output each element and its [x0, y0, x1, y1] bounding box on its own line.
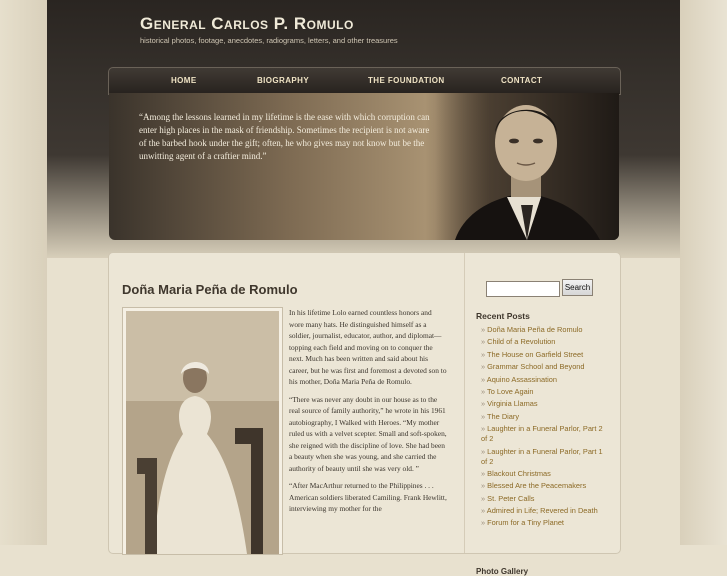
recent-post-link[interactable]: The House on Garfield Street — [481, 350, 607, 360]
hero-quote: “Among the lessons learned in my lifetim… — [139, 112, 430, 161]
recent-post-link[interactable]: Doña Maria Peña de Romulo — [481, 325, 607, 335]
right-background — [680, 0, 727, 545]
recent-post-link[interactable]: Virginia Llamas — [481, 399, 607, 409]
recent-post-link[interactable]: Grammar School and Beyond — [481, 362, 607, 372]
recent-post-link[interactable]: Forum for a Tiny Planet — [481, 518, 607, 528]
recent-posts-title: Recent Posts — [476, 311, 530, 321]
post-paragraph: “After MacArthur returned to the Philipp… — [289, 481, 447, 513]
recent-post-link[interactable]: Aquino Assassination — [481, 375, 607, 385]
search-button[interactable]: Search — [562, 279, 593, 296]
nav-contact[interactable]: CONTACT — [501, 76, 542, 85]
search-input[interactable] — [486, 281, 560, 297]
recent-post-link[interactable]: To Love Again — [481, 387, 607, 397]
column-divider — [464, 253, 465, 553]
recent-post-link[interactable]: Laughter in a Funeral Parlor, Part 1 of … — [481, 447, 607, 467]
post-paragraph: “There was never any doubt in our house … — [289, 394, 447, 473]
recent-post-link[interactable]: Blessed Are the Peacemakers — [481, 481, 607, 491]
portrait-photo — [435, 93, 619, 240]
hero-banner: “Among the lessons learned in my lifetim… — [109, 93, 619, 240]
recent-post-link[interactable]: St. Peter Calls — [481, 494, 607, 504]
recent-post-link[interactable]: Child of a Revolution — [481, 337, 607, 347]
nav-foundation[interactable]: THE FOUNDATION — [368, 76, 445, 85]
site-tagline: historical photos, footage, anecdotes, r… — [140, 36, 398, 45]
recent-posts-list: Doña Maria Peña de Romulo Child of a Rev… — [481, 325, 607, 531]
photo-gallery-title: Photo Gallery — [476, 567, 529, 576]
post-paragraph: In his lifetime Lolo earned countless ho… — [289, 308, 447, 386]
site-title[interactable]: General Carlos P. Romulo — [140, 14, 354, 34]
nav-home[interactable]: HOME — [171, 76, 197, 85]
nav-biography[interactable]: BIOGRAPHY — [257, 76, 309, 85]
left-background — [0, 0, 47, 545]
post-title[interactable]: Doña Maria Peña de Romulo — [122, 282, 298, 297]
recent-post-link[interactable]: Blackout Christmas — [481, 469, 607, 479]
recent-post-link[interactable]: The Diary — [481, 412, 607, 422]
recent-post-link[interactable]: Laughter in a Funeral Parlor, Part 2 of … — [481, 424, 607, 444]
post-body: In his lifetime Lolo earned countless ho… — [289, 307, 447, 521]
mother-photo[interactable] — [122, 307, 283, 555]
recent-post-link[interactable]: Admired in Life; Revered in Death — [481, 506, 607, 516]
main-nav: HOME BIOGRAPHY THE FOUNDATION CONTACT — [108, 67, 621, 95]
content-area: Doña Maria Peña de Romulo In his lifetim… — [108, 252, 621, 576]
